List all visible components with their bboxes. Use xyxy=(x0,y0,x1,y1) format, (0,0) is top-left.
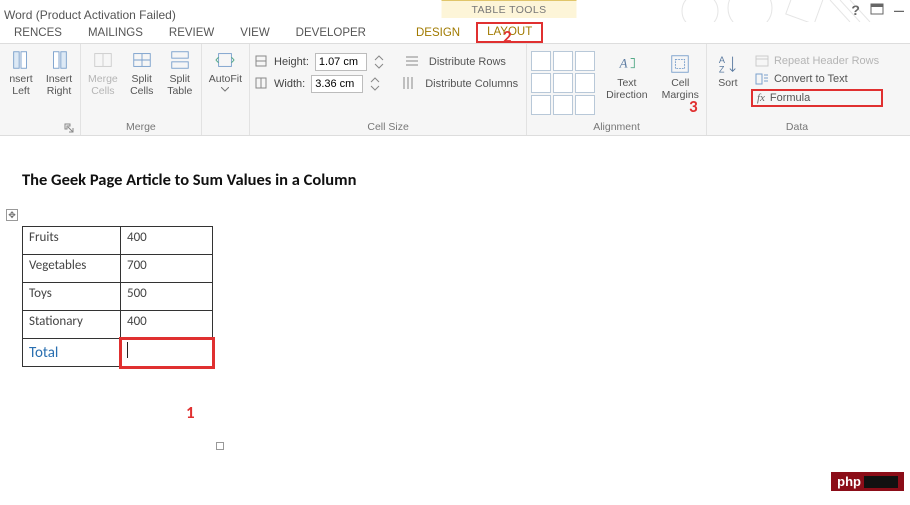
table-row: Fruits400 xyxy=(23,227,213,255)
chevron-down-icon xyxy=(221,87,229,92)
group-label-data: Data xyxy=(711,119,883,135)
watermark: php xyxy=(831,472,904,491)
table-row: Vegetables700 xyxy=(23,255,213,283)
document-area[interactable]: The Geek Page Article to Sum Values in a… xyxy=(0,136,910,367)
help-icon[interactable]: ? xyxy=(851,2,860,18)
insert-right-button[interactable]: Insert Right xyxy=(42,47,76,99)
tab-references[interactable]: RENCES xyxy=(4,24,72,43)
total-label-cell[interactable]: Total xyxy=(23,339,121,367)
table-row: Toys500 xyxy=(23,283,213,311)
group-label-cellsize: Cell Size xyxy=(254,119,522,135)
tab-view[interactable]: VIEW xyxy=(230,24,279,43)
cell-label[interactable]: Vegetables xyxy=(23,255,121,283)
ribbon: nsert Left Insert Right Merge Cells Spli… xyxy=(0,44,910,136)
sort-button[interactable]: AZ Sort xyxy=(711,51,745,91)
distribute-cols-icon xyxy=(401,76,415,93)
height-input[interactable] xyxy=(315,53,367,71)
title-bar: Word (Product Activation Failed) TABLE T… xyxy=(0,0,910,22)
cell-label[interactable]: Toys xyxy=(23,283,121,311)
cell-label[interactable]: Fruits xyxy=(23,227,121,255)
text-direction-button[interactable]: A Text Direction xyxy=(603,51,650,103)
table-anchor-icon[interactable]: ✥ xyxy=(6,209,18,221)
annotation-1: 1 xyxy=(186,402,195,423)
formula-button[interactable]: fx Formula xyxy=(751,89,883,107)
tab-design[interactable]: DESIGN xyxy=(406,24,470,43)
cell-value[interactable]: 500 xyxy=(121,283,213,311)
ribbon-display-icon[interactable] xyxy=(870,2,884,18)
cell-value[interactable]: 700 xyxy=(121,255,213,283)
height-spinner[interactable] xyxy=(373,53,385,71)
convert-to-text-button[interactable]: Convert to Text xyxy=(751,71,883,87)
document-table[interactable]: Fruits400 Vegetables700 Toys500 Stationa… xyxy=(22,226,213,367)
merge-cells-button: Merge Cells xyxy=(85,47,121,99)
svg-text:A: A xyxy=(619,57,628,71)
table-row: Total xyxy=(23,339,213,367)
distribute-rows-button[interactable]: Distribute Rows xyxy=(425,54,510,70)
height-label: Height: xyxy=(274,56,309,68)
alignment-grid[interactable] xyxy=(531,51,595,115)
svg-text:Z: Z xyxy=(719,64,725,74)
split-cells-button[interactable]: Split Cells xyxy=(125,47,159,99)
distribute-cols-button[interactable]: Distribute Columns xyxy=(421,76,522,92)
width-input[interactable] xyxy=(311,75,363,93)
col-width-icon xyxy=(254,76,268,93)
table-row: Stationary400 xyxy=(23,311,213,339)
width-spinner[interactable] xyxy=(369,75,381,93)
contextual-tab-header: TABLE TOOLS xyxy=(441,0,576,18)
table-resize-handle[interactable] xyxy=(216,442,224,450)
document-heading[interactable]: The Geek Page Article to Sum Values in a… xyxy=(22,170,910,190)
row-height-icon xyxy=(254,54,268,71)
minimize-icon[interactable]: – xyxy=(894,6,904,14)
annotation-3: 3 xyxy=(689,96,698,117)
insert-left-button[interactable]: nsert Left xyxy=(4,47,38,99)
dialog-launcher-icon[interactable] xyxy=(64,123,74,133)
tab-review[interactable]: REVIEW xyxy=(159,24,224,43)
cell-value[interactable]: 400 xyxy=(121,227,213,255)
group-label-alignment: Alignment xyxy=(531,119,702,135)
tab-mailings[interactable]: MAILINGS xyxy=(78,24,153,43)
width-label: Width: xyxy=(274,78,305,90)
fx-icon: fx xyxy=(757,92,765,104)
autofit-button[interactable]: AutoFit xyxy=(206,47,245,94)
cell-value[interactable]: 400 xyxy=(121,311,213,339)
window-title: Word (Product Activation Failed) xyxy=(4,8,176,22)
group-label-merge: Merge xyxy=(85,119,197,135)
split-table-button[interactable]: Split Table xyxy=(163,47,197,99)
repeat-header-rows-button: Repeat Header Rows xyxy=(751,53,883,69)
ribbon-tabs: RENCES MAILINGS REVIEW VIEW DEVELOPER DE… xyxy=(0,22,910,44)
distribute-rows-icon xyxy=(405,54,419,71)
total-value-cell[interactable] xyxy=(121,339,213,367)
annotation-2: 2 xyxy=(503,26,512,47)
tab-developer[interactable]: DEVELOPER xyxy=(286,24,376,43)
cell-label[interactable]: Stationary xyxy=(23,311,121,339)
